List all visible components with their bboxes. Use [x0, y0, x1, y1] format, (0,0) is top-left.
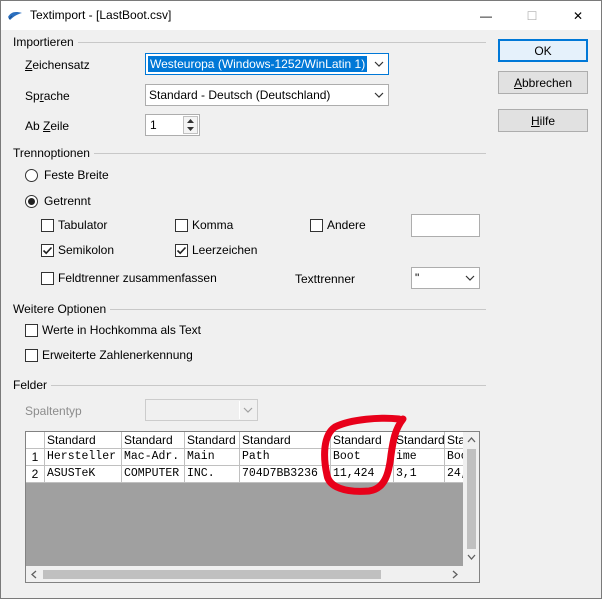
help-button[interactable]: Hilfe — [498, 109, 588, 132]
checkbox-merge-delimiters[interactable] — [41, 272, 54, 285]
other-separator-input[interactable] — [411, 214, 480, 237]
separated-label: Getrennt — [44, 194, 91, 208]
comma-label: Komma — [192, 218, 234, 232]
quoted-as-text-label: Werte in Hochkomma als Text — [42, 323, 201, 337]
checkbox-quoted-as-text[interactable] — [25, 324, 38, 337]
tab-label: Tabulator — [58, 218, 108, 232]
chevron-left-icon[interactable] — [31, 570, 37, 579]
group-title-import: Importieren — [13, 35, 78, 49]
chevron-right-icon[interactable] — [452, 570, 458, 579]
maximize-button: ☐ — [526, 8, 538, 23]
group-title-other-options: Weitere Optionen — [13, 302, 111, 316]
table-cell: Main — [185, 449, 240, 466]
close-button[interactable]: ✕ — [555, 1, 601, 30]
merge-label: Feldtrenner zusammenfassen — [58, 271, 217, 285]
table-cell: Mac-Adr. — [122, 449, 185, 466]
column-header[interactable]: Standard — [185, 432, 240, 449]
group-title-fields: Felder — [13, 378, 52, 392]
scrollbar-thumb[interactable] — [43, 570, 381, 579]
app-icon — [8, 12, 22, 20]
group-title-separator: Trennoptionen — [13, 146, 94, 160]
spin-down-icon[interactable] — [184, 125, 197, 133]
charset-select[interactable]: Westeuropa (Windows-1252/WinLatin 1) — [145, 53, 389, 75]
scrollbar-corner — [463, 566, 479, 582]
column-header[interactable]: Standard — [122, 432, 185, 449]
minimize-button[interactable]: — — [463, 1, 509, 30]
text-delimiter-value: " — [415, 271, 420, 285]
title-bar: Textimport - [LastBoot.csv] — ☐ ✕ — [1, 1, 601, 30]
table-cell: Hersteller — [45, 449, 122, 466]
horizontal-scrollbar[interactable] — [26, 566, 463, 582]
textimport-dialog: Textimport - [LastBoot.csv] — ☐ ✕ Import… — [0, 0, 602, 599]
checkmark-icon — [176, 246, 187, 255]
checkbox-tab[interactable] — [41, 219, 54, 232]
corner-cell — [26, 432, 45, 449]
table-cell: 24, — [445, 466, 464, 483]
charset-value: Westeuropa (Windows-1252/WinLatin 1) — [148, 56, 368, 72]
checkbox-other[interactable] — [310, 219, 323, 232]
column-type-label: Spaltentyp — [25, 404, 82, 418]
checkbox-semicolon[interactable] — [41, 244, 54, 257]
space-label: Leerzeichen — [192, 243, 258, 257]
red-circle-annotation — [321, 414, 407, 495]
table-cell: Boo — [445, 449, 464, 466]
cancel-button[interactable]: Abbrechen — [498, 71, 588, 94]
other-label: Andere — [327, 218, 366, 232]
checkmark-icon — [42, 246, 53, 255]
charset-label-rest: eichensatz — [32, 58, 90, 72]
language-select[interactable]: Standard - Deutsch (Deutschland) — [145, 84, 389, 106]
from-row-spinner[interactable]: 1 — [145, 114, 200, 136]
detect-numbers-label: Erweiterte Zahlenerkennung — [42, 348, 193, 362]
checkbox-comma[interactable] — [175, 219, 188, 232]
scrollbar-thumb[interactable] — [467, 449, 476, 549]
row-number: 1 — [26, 449, 45, 466]
table-cell: COMPUTER — [122, 466, 185, 483]
chevron-down-icon — [370, 55, 387, 73]
semicolon-label: Semikolon — [58, 243, 115, 257]
spin-arrows[interactable] — [183, 116, 198, 134]
column-header[interactable]: Sta — [445, 432, 464, 449]
checkbox-space[interactable] — [175, 244, 188, 257]
checkbox-detect-numbers[interactable] — [25, 349, 38, 362]
vertical-scrollbar[interactable] — [463, 432, 479, 566]
divider — [13, 385, 486, 386]
spin-up-icon[interactable] — [184, 117, 197, 125]
chevron-down-icon[interactable] — [467, 554, 476, 560]
row-number: 2 — [26, 466, 45, 483]
column-header[interactable]: Standard — [45, 432, 122, 449]
language-label: Sprache — [25, 89, 70, 103]
language-value: Standard - Deutsch (Deutschland) — [149, 88, 331, 102]
preview-grid[interactable]: Standard Standard Standard Standard Stan… — [25, 431, 480, 583]
column-type-select — [145, 399, 258, 421]
chevron-down-icon — [370, 86, 387, 104]
fixed-width-label: Feste Breite — [44, 168, 109, 182]
from-row-label: Ab Zeile — [25, 119, 70, 133]
radio-fixed-width[interactable] — [25, 169, 38, 182]
chevron-down-icon — [239, 401, 256, 419]
table-cell: INC. — [185, 466, 240, 483]
chevron-down-icon — [461, 269, 478, 287]
radio-separated[interactable] — [25, 195, 38, 208]
window-title: Textimport - [LastBoot.csv] — [30, 8, 172, 22]
chevron-up-icon[interactable] — [467, 437, 476, 443]
text-delimiter-label: Texttrenner — [295, 272, 356, 286]
table-cell: ASUSTeK — [45, 466, 122, 483]
text-delimiter-select[interactable]: " — [411, 267, 480, 289]
charset-label: Zeichensatz — [25, 58, 90, 72]
divider — [13, 42, 486, 43]
from-row-value: 1 — [150, 118, 157, 132]
ok-button[interactable]: OK — [498, 39, 588, 62]
